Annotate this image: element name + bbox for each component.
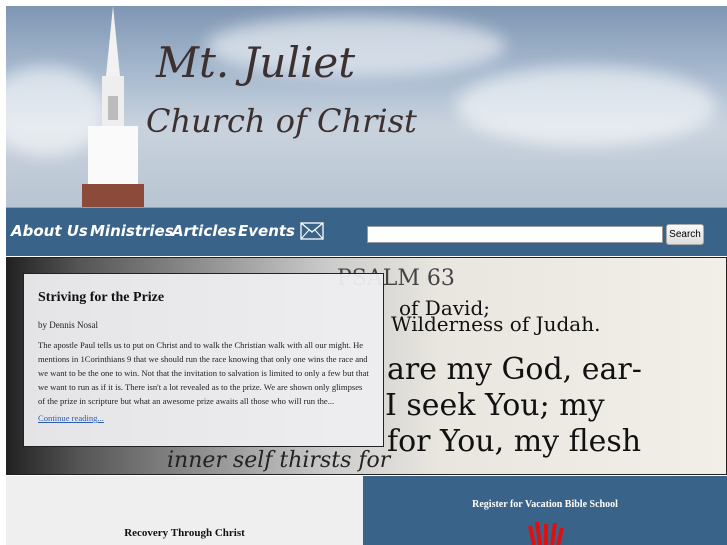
bible-text: Wilderness of Judah. (391, 312, 601, 336)
header-banner: Mt. Juliet Church of Christ (6, 6, 727, 207)
bible-text: for You, my flesh (387, 424, 642, 459)
bible-text: are my God, ear- (387, 352, 642, 387)
article-title[interactable]: Striving for the Prize (38, 290, 369, 306)
nav-ministries[interactable]: Ministries (90, 222, 174, 240)
featured-article: Striving for the Prize by Dennis Nosal T… (23, 273, 384, 447)
vbs-panel: Register for Vacation Bible School (363, 476, 727, 545)
continue-reading-link[interactable]: Continue reading... (38, 413, 104, 423)
steeple-image (82, 6, 144, 207)
search-button[interactable]: Search (666, 224, 704, 245)
recovery-panel: Recovery Through Christ (6, 476, 363, 545)
nav-events[interactable]: Events (238, 222, 295, 240)
nav-about-us[interactable]: About Us (11, 222, 88, 240)
recovery-title[interactable]: Recovery Through Christ (6, 527, 363, 539)
handprint-icon (528, 522, 564, 545)
site-title-line2: Church of Christ (146, 102, 417, 140)
bible-text: I seek You; my (385, 388, 605, 423)
article-excerpt: The apostle Paul tells us to put on Chri… (38, 340, 369, 406)
site-title-line1: Mt. Juliet (156, 38, 356, 87)
main-nav: About Us Ministries Articles Events Sear… (6, 207, 727, 256)
article-byline: by Dennis Nosal (38, 320, 98, 330)
search-input[interactable] (367, 226, 663, 243)
envelope-icon[interactable] (300, 222, 324, 240)
bible-text: inner self thirsts for (167, 448, 391, 473)
vbs-title[interactable]: Register for Vacation Bible School (363, 499, 727, 510)
nav-articles[interactable]: Articles (172, 222, 236, 240)
